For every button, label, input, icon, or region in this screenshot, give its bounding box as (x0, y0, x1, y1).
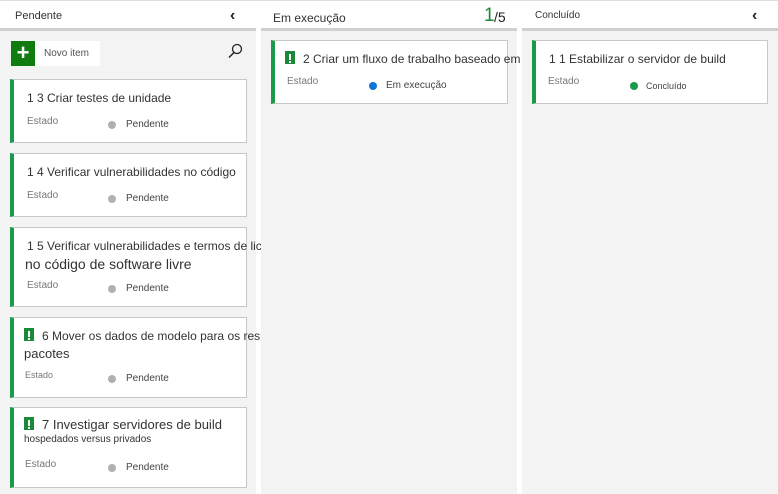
column-title: Pendente (15, 10, 63, 22)
state-value: Concluído (646, 81, 687, 91)
status-dot (630, 82, 638, 90)
card-title: 1 3 Criar testes de unidade (27, 91, 172, 105)
bug-icon (24, 417, 34, 430)
work-item-card[interactable]: 6 Mover os dados de modelo para os respe… (10, 317, 304, 398)
state-value: Pendente (126, 119, 169, 130)
wip-current: 1 (484, 5, 495, 26)
card-title-continued: pacotes (24, 346, 70, 361)
new-item-button[interactable]: + Novo item (11, 41, 100, 66)
card-title-text: 7 Investigar servidores de build (42, 417, 222, 432)
state-label: Estado (27, 280, 59, 291)
search-icon[interactable] (227, 43, 243, 59)
column-title: Concluído (535, 10, 581, 21)
work-item-card[interactable]: 1 3 Criar testes de unidade Estado Pende… (10, 79, 247, 143)
status-dot (369, 82, 377, 90)
column-concluido: Concluído ‹ 1 1 Estabilizar o servidor d… (522, 1, 778, 494)
column-header: Concluído ‹ (522, 1, 778, 31)
plus-icon: + (11, 41, 35, 66)
state-label: Estado (25, 370, 54, 380)
state-label: Estado (25, 459, 57, 470)
card-title: 1 1 Estabilizar o servidor de build (549, 52, 726, 66)
column-title: Em execução (273, 11, 346, 25)
state-label: Estado (287, 76, 319, 87)
card-title: 7 Investigar servidores de build (24, 417, 222, 432)
column-pendente: Pendente ‹ + Novo item 1 3 Criar testes … (0, 1, 324, 494)
state-value: Pendente (126, 373, 169, 384)
wip-limit: /5 (494, 9, 506, 25)
column-header: Pendente ‹ (0, 1, 256, 31)
state-value: Pendente (126, 283, 169, 294)
state-label: Estado (27, 190, 59, 201)
state-label: Estado (27, 116, 59, 127)
state-label: Estado (548, 76, 580, 87)
state-value: Em execução (386, 80, 447, 91)
work-item-card[interactable]: 1 5 Verificar vulnerabilidades e termos … (10, 227, 324, 307)
card-title: 1 4 Verificar vulnerabilidades no código (27, 165, 236, 179)
status-dot (108, 464, 116, 472)
work-item-card[interactable]: 7 Investigar servidores de build hospeda… (10, 407, 247, 488)
card-title-text: 2 Criar um fluxo de trabalho baseado em … (303, 52, 540, 66)
collapse-chevron-icon[interactable]: ‹ (752, 7, 757, 25)
column-header: Em execução 1 /5 (261, 1, 517, 31)
status-dot (108, 195, 116, 203)
card-title-continued: hospedados versus privados (24, 434, 152, 445)
work-item-card[interactable]: 2 Criar um fluxo de trabalho baseado em … (271, 40, 539, 104)
collapse-chevron-icon[interactable]: ‹ (230, 7, 235, 25)
card-title: 2 Criar um fluxo de trabalho baseado em … (285, 51, 539, 66)
state-value: Pendente (126, 193, 169, 204)
column-em-execucao: Em execução 1 /5 2 Criar um fluxo de tra… (261, 1, 539, 494)
work-item-card[interactable]: 1 4 Verificar vulnerabilidades no código… (10, 153, 247, 217)
status-dot (108, 375, 116, 383)
bug-icon (24, 328, 34, 341)
status-dot (108, 285, 116, 293)
new-item-label: Novo item (44, 48, 90, 59)
state-value: Pendente (126, 462, 169, 473)
card-title-continued: no código de software livre (25, 256, 192, 272)
work-item-card[interactable]: 1 1 Estabilizar o servidor de build Esta… (532, 40, 768, 104)
status-dot (108, 121, 116, 129)
bug-icon (285, 51, 295, 64)
